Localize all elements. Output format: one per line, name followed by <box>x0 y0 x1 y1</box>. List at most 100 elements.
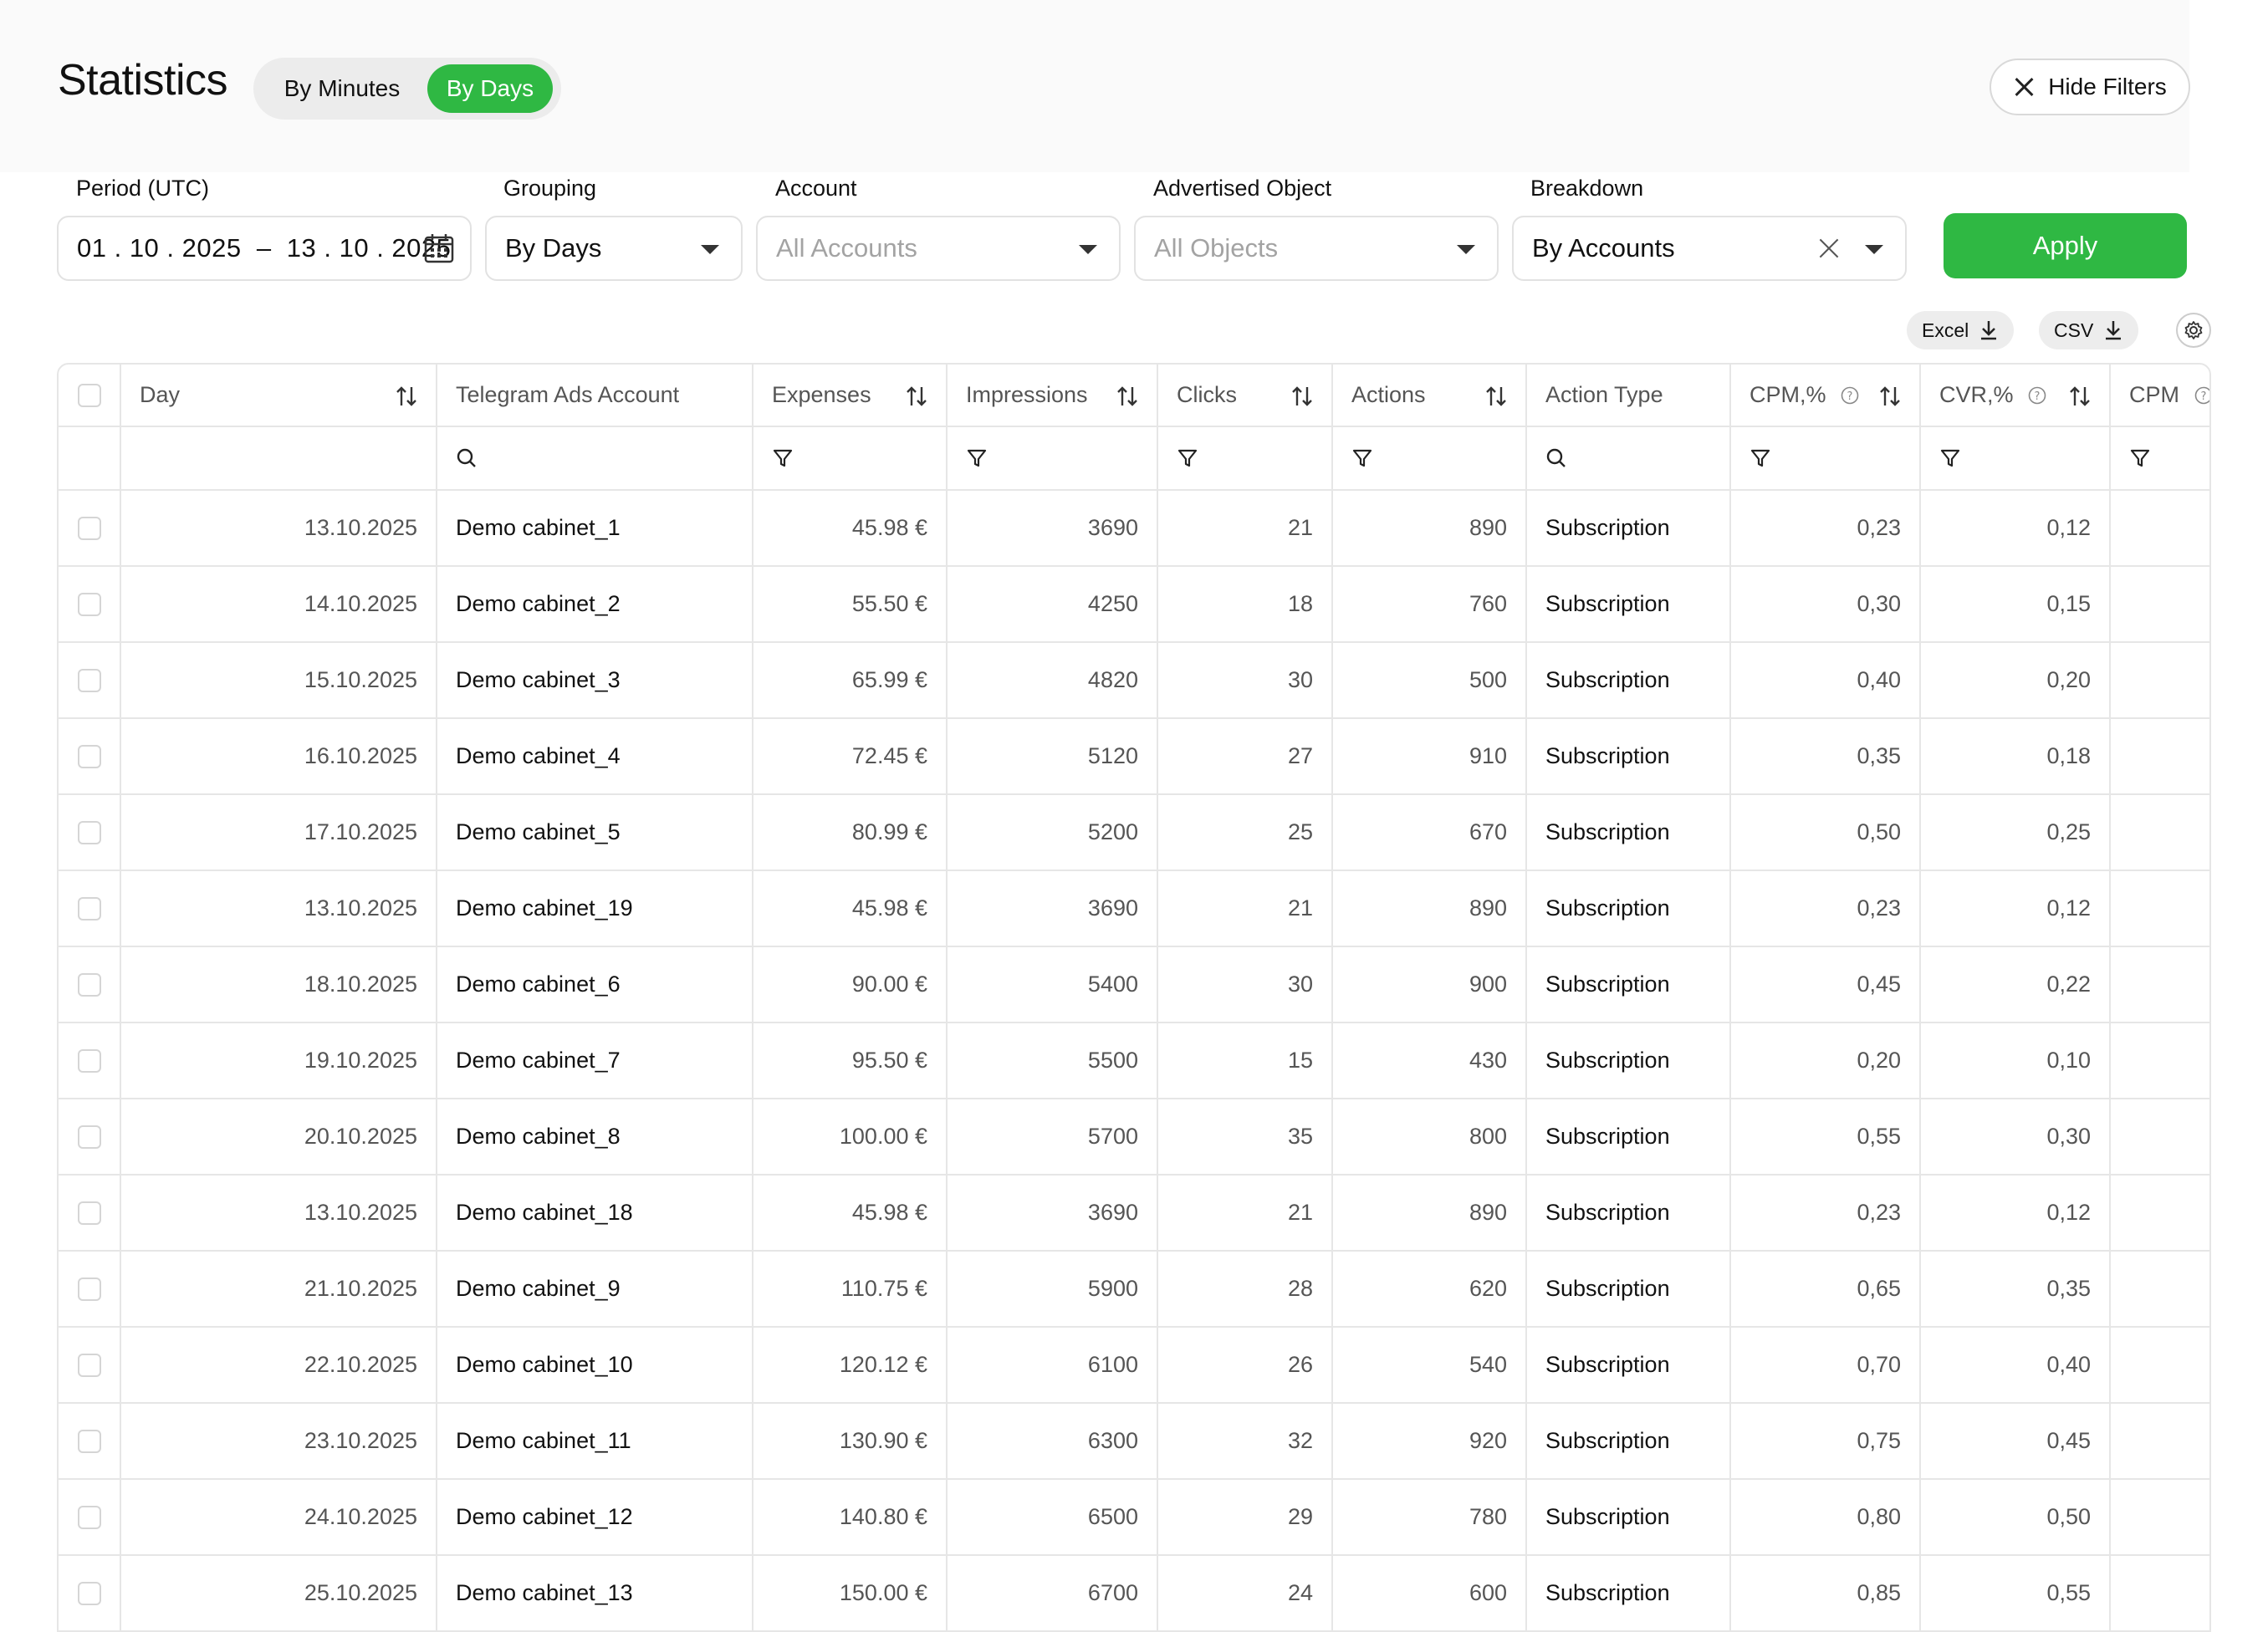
table-row[interactable]: 19.10.2025 Demo cabinet_7 95.50 €5500 15 430… <box>59 1023 2209 1099</box>
table-row[interactable]: 13.10.2025 Demo cabinet_19 45.98 €3690 21 89… <box>59 870 2209 947</box>
column-impressions[interactable]: Impressions <box>947 365 1158 427</box>
sort-icon[interactable] <box>1116 385 1138 408</box>
column-filter[interactable] <box>1157 426 1333 491</box>
table-row[interactable]: 24.10.2025 Demo cabinet_12 140.80 €6500 29 7… <box>59 1479 2209 1556</box>
row-checkbox[interactable] <box>77 744 101 768</box>
column-cvr-percent[interactable]: CVR,% ? <box>1920 365 2111 427</box>
sort-icon[interactable] <box>1291 385 1313 408</box>
row-select-cell <box>59 1023 121 1099</box>
column-label: CPM,% <box>1750 382 1826 407</box>
export-csv-button[interactable]: CSV <box>2039 311 2139 349</box>
toggle-by-days[interactable]: By Days <box>427 64 553 113</box>
cell-day: 20.10.2025 <box>120 1099 437 1176</box>
column-filter[interactable] <box>2110 426 2209 491</box>
cell-cpm-percent: 0,30 <box>1730 566 1921 643</box>
table-row[interactable]: 13.10.2025 Demo cabinet_18 45.98 €3690 21 89… <box>59 1175 2209 1252</box>
cell-day: 13.10.2025 <box>120 490 437 567</box>
table-row[interactable]: 17.10.2025 Demo cabinet_5 80.99 €5200 25 670… <box>59 794 2209 871</box>
row-checkbox[interactable] <box>77 1505 101 1529</box>
row-checkbox[interactable] <box>77 820 101 844</box>
export-excel-button[interactable]: Excel <box>1907 311 2015 349</box>
search-icon[interactable] <box>1545 447 1567 469</box>
cell-action-type: Subscription <box>1526 870 1731 947</box>
filter-icon[interactable] <box>1750 447 1771 469</box>
column-search[interactable] <box>437 426 753 491</box>
grouping-select[interactable]: By Days <box>485 216 743 281</box>
select-all-checkbox[interactable] <box>77 383 101 407</box>
column-cpm[interactable]: CPM ? <box>2110 365 2211 427</box>
sort-icon[interactable] <box>1485 385 1507 408</box>
table-row[interactable]: 21.10.2025 Demo cabinet_9 110.75 €5900 28 62… <box>59 1251 2209 1328</box>
row-checkbox[interactable] <box>77 1201 101 1225</box>
breakdown-select[interactable]: By Accounts <box>1512 216 1907 281</box>
table-row[interactable]: 23.10.2025 Demo cabinet_11 130.90 €6300 32 9… <box>59 1403 2209 1480</box>
cell-action-type: Subscription <box>1526 1251 1731 1328</box>
table-row[interactable]: 25.10.2025 Demo cabinet_13 150.00 €6700 24 6… <box>59 1555 2209 1630</box>
row-checkbox[interactable] <box>77 592 101 616</box>
table-row[interactable]: 14.10.2025 Demo cabinet_2 55.50 €4250 18 760… <box>59 566 2209 643</box>
table-row[interactable]: 15.10.2025 Demo cabinet_3 65.99 €4820 30 500… <box>59 642 2209 719</box>
advertised-object-select[interactable]: All Objects <box>1134 216 1499 281</box>
sort-icon[interactable] <box>396 385 417 408</box>
row-checkbox[interactable] <box>77 1429 101 1453</box>
column-account[interactable]: Telegram Ads Account <box>437 365 753 427</box>
row-checkbox[interactable] <box>77 516 101 540</box>
row-checkbox[interactable] <box>77 1353 101 1377</box>
column-filter[interactable] <box>1332 426 1527 491</box>
cell-impressions: 5400 <box>947 946 1158 1023</box>
cell-clicks: 30 <box>1157 642 1333 719</box>
toggle-by-minutes[interactable]: By Minutes <box>260 64 424 113</box>
hide-filters-label: Hide Filters <box>2048 74 2167 99</box>
column-filter[interactable] <box>947 426 1158 491</box>
sort-icon[interactable] <box>1879 385 1901 408</box>
help-icon[interactable]: ? <box>2028 386 2046 405</box>
period-date-range-input[interactable]: 01 . 10 . 2025 – 13 . 10 . 2025 <box>57 216 472 281</box>
filter-icon[interactable] <box>966 447 988 469</box>
filter-icon[interactable] <box>1939 447 1961 469</box>
table-row[interactable]: 16.10.2025 Demo cabinet_4 72.45 €5120 27 910… <box>59 718 2209 795</box>
column-expenses[interactable]: Expenses <box>753 365 948 427</box>
calendar-icon[interactable] <box>423 232 455 264</box>
cell-expenses: 90.00 € <box>753 946 948 1023</box>
search-icon[interactable] <box>456 447 478 469</box>
column-actions[interactable]: Actions <box>1332 365 1527 427</box>
clear-icon[interactable] <box>1816 236 1841 261</box>
column-day[interactable]: Day <box>120 365 437 427</box>
view-toggle: By Minutes By Days <box>253 58 561 120</box>
apply-button[interactable]: Apply <box>1944 213 2187 278</box>
table-settings-button[interactable] <box>2176 313 2211 348</box>
table-row[interactable]: 13.10.2025 Demo cabinet_1 45.98 €3690 21 890… <box>59 490 2209 567</box>
row-checkbox[interactable] <box>77 1581 101 1605</box>
row-select-cell <box>59 946 121 1023</box>
row-checkbox[interactable] <box>77 1048 101 1073</box>
cell-cpm-percent: 0,70 <box>1730 1327 1921 1404</box>
column-filter[interactable] <box>1920 426 2111 491</box>
table-row[interactable]: 22.10.2025 Demo cabinet_10 120.12 €6100 26 5… <box>59 1327 2209 1404</box>
sort-icon[interactable] <box>906 385 927 408</box>
header-row: Day Telegram Ads Account Expenses Impres… <box>59 365 2211 427</box>
column-cpm-percent[interactable]: CPM,% ? <box>1730 365 1921 427</box>
row-checkbox[interactable] <box>77 972 101 997</box>
column-action-type[interactable]: Action Type <box>1526 365 1731 427</box>
filter-icon[interactable] <box>2129 447 2151 469</box>
help-icon[interactable]: ? <box>2194 386 2211 405</box>
column-filter[interactable] <box>1730 426 1921 491</box>
column-search[interactable] <box>1526 426 1731 491</box>
table-row[interactable]: 20.10.2025 Demo cabinet_8 100.00 €5700 35 80… <box>59 1099 2209 1176</box>
cell-cpm-percent: 0,40 <box>1730 642 1921 719</box>
filter-icon[interactable] <box>1177 447 1198 469</box>
column-filter[interactable] <box>753 426 948 491</box>
row-checkbox[interactable] <box>77 1125 101 1149</box>
table-row[interactable]: 18.10.2025 Demo cabinet_6 90.00 €5400 30 900… <box>59 946 2209 1023</box>
account-select[interactable]: All Accounts <box>756 216 1121 281</box>
filter-icon[interactable] <box>1351 447 1373 469</box>
row-checkbox[interactable] <box>77 668 101 692</box>
row-checkbox[interactable] <box>77 896 101 921</box>
hide-filters-button[interactable]: Hide Filters <box>1990 59 2190 115</box>
filter-icon[interactable] <box>772 447 794 469</box>
column-clicks[interactable]: Clicks <box>1157 365 1333 427</box>
download-icon <box>2106 321 2122 340</box>
row-checkbox[interactable] <box>77 1277 101 1301</box>
sort-icon[interactable] <box>2069 385 2091 408</box>
help-icon[interactable]: ? <box>1841 386 1859 405</box>
